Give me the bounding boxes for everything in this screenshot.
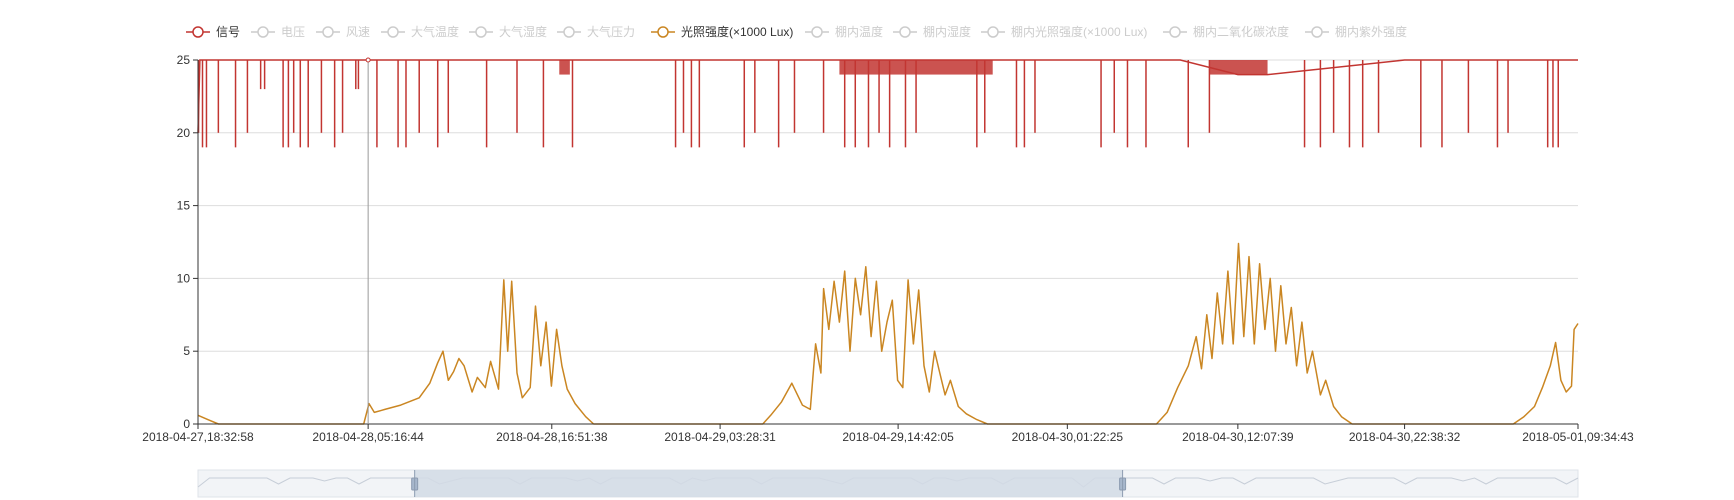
legend-circle-icon [657,26,669,38]
signal-dense-band [839,60,993,75]
x-tick-label: 2018-04-28,16:51:38 [496,430,608,444]
legend-circle-icon [322,26,334,38]
legend-item-3[interactable]: 大气温度 [381,24,459,39]
legend-circle-icon [387,26,399,38]
legend-label: 大气湿度 [499,24,547,39]
legend-item-0[interactable]: 信号 [186,25,240,39]
y-tick-label: 0 [183,417,190,431]
legend-label: 光照强度(×1000 Lux) [681,24,793,39]
x-tick-label: 2018-04-27,18:32:58 [142,430,254,444]
legend: 信号 电压 风速 大气温度 大气湿度 大气压力 光照强度(×1000 Lux) 棚内温度 棚内湿… [186,24,1407,39]
legend-label: 棚内光照强度(×1000 Lux) [1011,24,1147,39]
series-area [197,59,1579,425]
legend-item-5[interactable]: 大气压力 [557,24,635,39]
legend-circle-icon [899,26,911,38]
hover-pointer [365,57,371,424]
legend-circle-icon [475,26,487,38]
y-tick-label: 20 [177,126,191,140]
legend-label: 棚内二氧化碳浓度 [1193,24,1289,39]
x-tick-label: 2018-04-30,01:22:25 [1012,430,1124,444]
legend-label: 大气压力 [587,24,635,39]
legend-label: 棚内温度 [835,24,883,39]
y-tick-label: 10 [177,271,191,285]
x-tick-label: 2018-04-30,12:07:39 [1182,430,1294,444]
series-light-line [197,242,1579,425]
signal-dense-band [559,60,570,75]
legend-label: 风速 [346,25,370,39]
signal-dense-band [1209,60,1268,75]
y-axis-tick-labels: 0 5 10 15 20 25 [177,53,198,431]
legend-item-6[interactable]: 光照强度(×1000 Lux) [651,24,793,39]
legend-label: 大气温度 [411,24,459,39]
legend-circle-icon [563,26,575,38]
legend-circle-icon [811,26,823,38]
legend-item-9[interactable]: 棚内光照强度(×1000 Lux) [981,24,1147,39]
legend-label: 信号 [216,25,240,39]
chart-canvas: 信号 电压 风速 大气温度 大气湿度 大气压力 光照强度(×1000 Lux) 棚内温度 棚内湿… [142,24,1634,498]
legend-circle-icon [257,26,269,38]
series-signal [197,59,1578,148]
pointer-dot [365,57,371,63]
legend-circle-icon [1311,26,1323,38]
legend-label: 棚内湿度 [923,24,971,39]
legend-item-8[interactable]: 棚内湿度 [893,24,971,39]
x-axis-tick-labels: 2018-04-27,18:32:58 2018-04-28,05:16:44 20… [142,424,1634,444]
legend-circle-icon [1169,26,1181,38]
x-tick-label: 2018-04-30,22:38:32 [1349,430,1461,444]
legend-label: 电压 [281,25,305,39]
legend-item-11[interactable]: 棚内紫外强度 [1305,24,1407,39]
y-tick-label: 5 [183,344,190,358]
x-tick-label: 2018-05-01,09:34:43 [1522,430,1634,444]
zoom-window[interactable] [414,470,1123,497]
data-zoom-slider[interactable] [197,469,1579,498]
legend-circle-icon [192,26,204,38]
x-tick-label: 2018-04-28,05:16:44 [312,430,424,444]
legend-item-1[interactable]: 电压 [251,25,305,39]
legend-item-4[interactable]: 大气湿度 [469,24,547,39]
x-tick-label: 2018-04-29,03:28:31 [664,430,776,444]
legend-circle-icon [987,26,999,38]
grid-lines [198,59,1578,352]
legend-item-7[interactable]: 棚内温度 [805,24,883,39]
x-tick-label: 2018-04-29,14:42:05 [842,430,954,444]
legend-label: 棚内紫外强度 [1335,24,1407,39]
axes [197,60,1578,425]
y-tick-label: 25 [177,53,191,67]
y-tick-label: 15 [177,199,191,213]
legend-item-2[interactable]: 风速 [316,25,370,39]
legend-item-10[interactable]: 棚内二氧化碳浓度 [1163,24,1289,39]
